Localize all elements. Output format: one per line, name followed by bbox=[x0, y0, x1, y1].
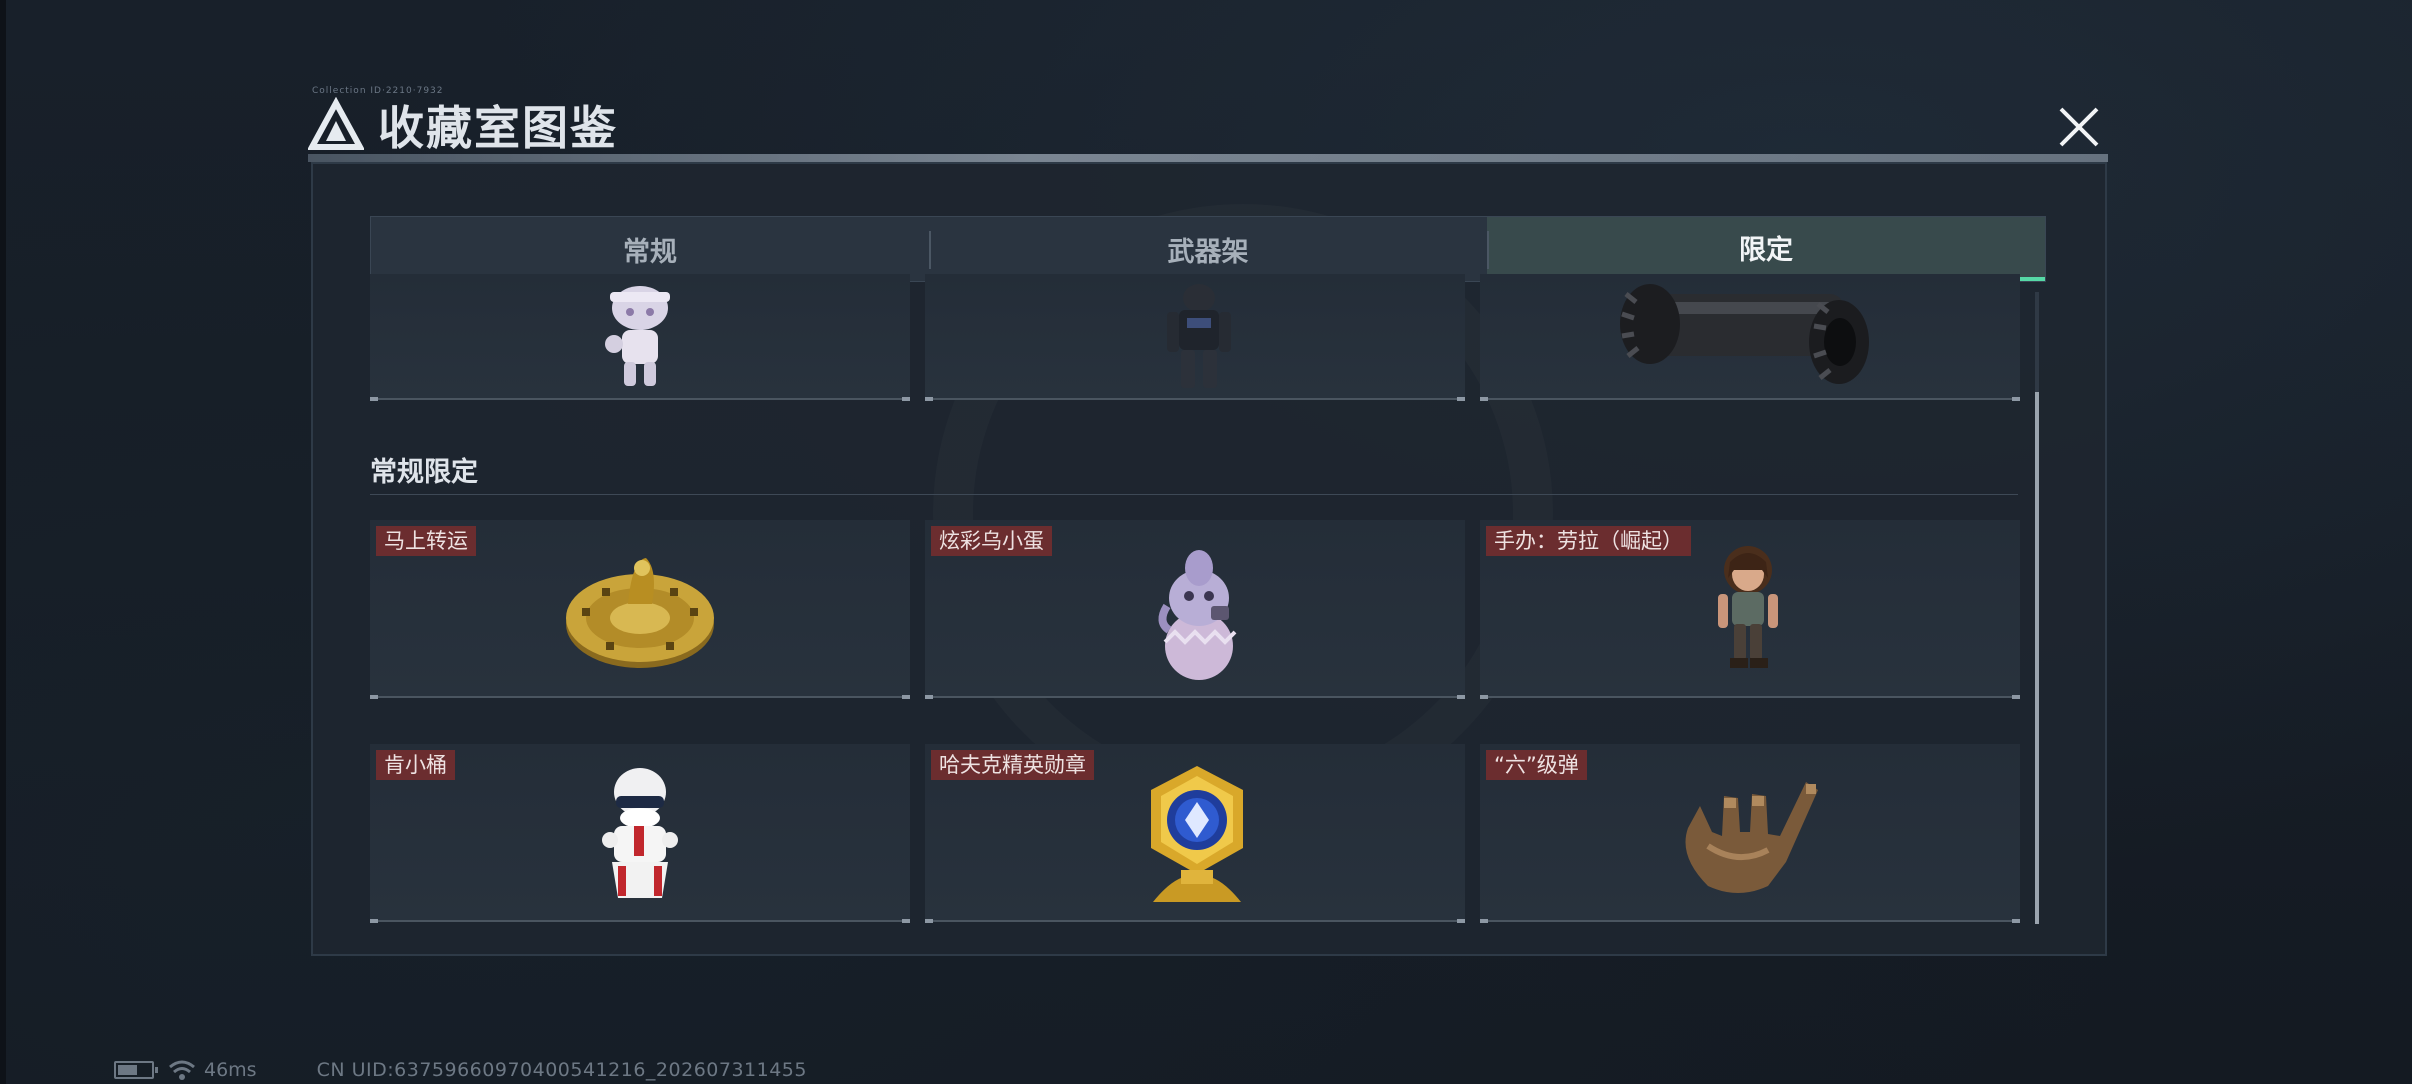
item-card-xuan-cai-wu-xiao-dan[interactable]: 炫彩乌小蛋 bbox=[925, 520, 1465, 699]
item-name-tag: 马上转运 bbox=[376, 526, 476, 556]
title-divider bbox=[308, 154, 2108, 162]
black-cylinder-barrel-icon bbox=[1620, 284, 1869, 384]
window-title: 收藏室图鉴 bbox=[308, 90, 618, 160]
item-name-tag: 肯小桶 bbox=[376, 750, 455, 780]
gold-blue-medal-icon bbox=[1151, 766, 1243, 902]
collection-panel: 常规 武器架 限定 常规限定 马上转运 炫彩乌小蛋 手办：劳拉（崛起） 肯小桶 … bbox=[311, 162, 2107, 956]
screen-edge bbox=[0, 0, 6, 1084]
item-card-ken-xiao-tong[interactable]: 肯小桶 bbox=[370, 744, 910, 923]
scrollbar-thumb[interactable] bbox=[2035, 392, 2039, 924]
item-card-six-grade-bullet[interactable]: “六”级弹 bbox=[1480, 744, 2020, 923]
item-name-tag: 炫彩乌小蛋 bbox=[931, 526, 1052, 556]
white-figurine-icon bbox=[605, 286, 670, 386]
section-title: 常规限定 bbox=[370, 457, 478, 488]
tab-bar: 常规 武器架 限定 bbox=[370, 216, 2046, 282]
item-card-lara-figurine[interactable]: 手办：劳拉（崛起） bbox=[1480, 520, 2020, 699]
item-name-tag: 手办：劳拉（崛起） bbox=[1486, 526, 1691, 556]
ping-text: 46ms bbox=[204, 1059, 257, 1081]
battery-fill bbox=[118, 1065, 137, 1075]
golden-horse-disc-icon bbox=[566, 558, 714, 668]
lara-figurine-icon bbox=[1718, 546, 1778, 668]
item-name-tag: “六”级弹 bbox=[1486, 750, 1587, 780]
section-divider bbox=[370, 494, 2018, 495]
armored-soldier-figure-icon bbox=[1167, 284, 1231, 388]
tab-weapon-rack[interactable]: 武器架 bbox=[929, 217, 1487, 281]
page-title: 收藏室图鉴 bbox=[378, 101, 618, 155]
status-bar: 46ms CN UID:6375966097040054​1216_202607… bbox=[114, 1058, 807, 1082]
close-button[interactable] bbox=[2048, 98, 2110, 156]
close-x-icon bbox=[2059, 107, 2099, 147]
item-grid: 常规限定 马上转运 炫彩乌小蛋 手办：劳拉（崛起） 肯小桶 哈夫克精英勋章 “六… bbox=[370, 274, 2030, 954]
wifi-icon bbox=[169, 1060, 195, 1080]
battery-icon bbox=[114, 1061, 158, 1079]
item-card[interactable] bbox=[1480, 274, 2020, 401]
item-card[interactable] bbox=[925, 274, 1465, 401]
item-card-ma-shang-zhuan-yun[interactable]: 马上转运 bbox=[370, 520, 910, 699]
triangle-logo-icon bbox=[308, 97, 364, 150]
bucket-mascot-figure-icon bbox=[602, 768, 678, 898]
tab-regular[interactable]: 常规 bbox=[371, 217, 929, 281]
item-card[interactable] bbox=[370, 274, 910, 401]
item-card-haavk-elite-medal[interactable]: 哈夫克精英勋章 bbox=[925, 744, 1465, 923]
scrollbar[interactable] bbox=[2035, 292, 2039, 924]
uid-text: CN UID:6375966097040054​1216_20260731145… bbox=[316, 1059, 807, 1081]
bronze-hand-sign-icon bbox=[1685, 782, 1818, 893]
item-name-tag: 哈夫克精英勋章 bbox=[931, 750, 1094, 780]
tab-limited[interactable]: 限定 bbox=[1487, 217, 2045, 281]
bird-egg-figure-icon bbox=[1158, 550, 1237, 680]
